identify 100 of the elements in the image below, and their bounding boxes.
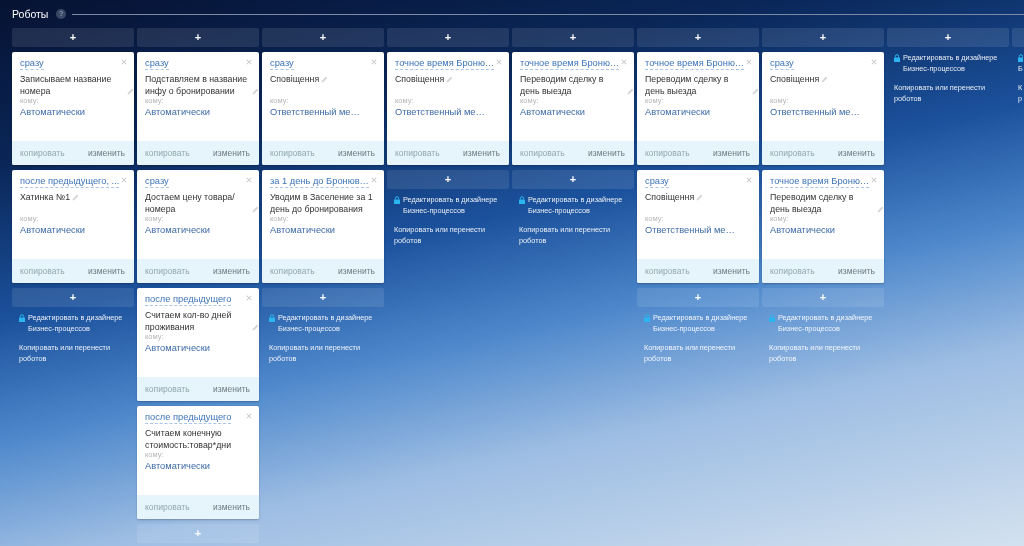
add-robot-button[interactable]: + [387,170,509,189]
lock-icon [769,314,775,322]
close-icon[interactable] [246,295,252,301]
lock-icon [644,314,650,322]
recipient-value: Автоматически [520,106,585,118]
add-robot-button[interactable]: + [637,288,759,307]
trigger-link[interactable]: после предыдущего, ... [20,175,120,188]
lock-icon [269,314,275,322]
change-button[interactable]: изменить [213,383,250,395]
robot-title: Подставляем в название инфу о бронировании [145,73,249,97]
close-icon[interactable] [371,177,377,183]
pencil-icon[interactable] [252,324,259,331]
recipient-value: Автоматически [20,224,85,236]
pencil-icon[interactable] [72,194,80,201]
pencil-icon[interactable] [877,206,884,213]
trigger-link[interactable]: за 1 день до Бронюв… [270,175,369,188]
robot-title: Сповіщення [395,73,445,85]
trigger-link[interactable]: точное время Броню… [645,57,745,70]
pencil-icon[interactable] [627,88,634,95]
lock-icon [519,196,525,204]
recipient-value: Автоматически [270,224,335,236]
robot-title: Считаем конечную стоимость:товар*дни [145,427,233,451]
recipient-value: Автоматически [145,460,210,472]
change-button[interactable]: изменить [213,501,250,513]
trigger-link[interactable]: сразу [645,175,669,188]
trigger-link[interactable]: точное время Броню… [395,57,495,70]
add-robot-button[interactable]: + [512,170,634,189]
recipient-value: Автоматически [645,106,710,118]
lock-icon [19,314,25,322]
close-icon[interactable] [246,59,252,65]
recipient-value: Ответственный ме… [645,224,735,236]
add-robot-button[interactable]: + [12,288,134,307]
robot-title: Переводим сделку в день выезда [520,73,605,97]
trigger-link[interactable]: после предыдущего [145,293,232,306]
close-icon[interactable] [121,177,128,183]
robot-title: Уводим в Заселение за 1 день до бронирования [270,191,374,215]
add-robot-button[interactable]: + [887,28,1009,47]
change-button[interactable]: изменить [713,265,750,277]
robot-title: Достаем цену товара/ номера [145,191,236,215]
recipient-value: Автоматически [20,106,85,118]
robot-title: Записываем название номера [20,73,113,97]
section-title: Роботы [12,7,49,21]
trigger-link[interactable]: сразу [145,57,169,70]
robot-title: Сповіщення [770,73,820,85]
change-button[interactable]: изменить [588,147,625,159]
trigger-link[interactable]: после предыдущего [145,411,232,424]
add-robot-button[interactable]: + [262,288,384,307]
pencil-icon[interactable] [252,88,259,95]
change-button[interactable]: изменить [338,265,375,277]
trigger-link[interactable]: сразу [145,175,169,188]
close-icon[interactable] [496,59,503,65]
close-icon[interactable] [246,413,252,419]
close-icon[interactable] [371,59,377,65]
close-icon[interactable] [871,59,877,65]
close-icon[interactable] [746,59,753,65]
close-icon[interactable] [871,177,878,183]
change-button[interactable]: изменить [213,147,250,159]
add-robot-button[interactable]: + [762,288,884,307]
recipient-value: Автоматически [770,224,835,236]
add-robot-button[interactable]: + [137,28,259,47]
change-button[interactable]: изменить [713,147,750,159]
add-robot-button[interactable] [1012,28,1024,47]
recipient-value: Ответственный ме… [770,106,860,118]
trigger-link[interactable]: сразу [20,57,44,70]
add-robot-button[interactable]: + [512,28,634,47]
close-icon[interactable] [121,59,127,65]
robot-title: Переводим сделку в день выезда [770,191,855,215]
change-button[interactable]: изменить [88,265,125,277]
change-button[interactable]: изменить [338,147,375,159]
close-icon[interactable] [746,177,752,183]
pencil-icon[interactable] [821,76,829,83]
change-button[interactable]: изменить [838,147,875,159]
add-robot-button[interactable]: + [637,28,759,47]
lock-icon [394,196,400,204]
recipient-value: Автоматически [145,224,210,236]
trigger-link[interactable]: точное время Броню… [770,175,870,188]
robot-title: Хатинка №1 [20,191,71,203]
trigger-link[interactable]: сразу [270,57,294,70]
trigger-link[interactable]: точное время Броню… [520,57,620,70]
close-icon[interactable] [621,59,628,65]
robot-title: Сповіщення [645,191,695,203]
trigger-link[interactable]: сразу [770,57,794,70]
pencil-icon[interactable] [321,76,329,83]
pencil-icon[interactable] [127,88,134,95]
pencil-icon[interactable] [252,206,259,213]
change-button[interactable]: изменить [838,265,875,277]
close-icon[interactable] [246,177,252,183]
add-robot-button[interactable]: + [387,28,509,47]
add-robot-button[interactable]: + [762,28,884,47]
pencil-icon[interactable] [696,194,704,201]
pencil-icon[interactable] [752,88,759,95]
change-button[interactable]: изменить [213,265,250,277]
add-robot-button[interactable]: + [12,28,134,47]
robot-title: Переводим сделку в день выезда [645,73,730,97]
pencil-icon[interactable] [446,76,454,83]
change-button[interactable]: изменить [463,147,500,159]
lock-icon [1018,54,1023,62]
change-button[interactable]: изменить [88,147,125,159]
robot-title: Считаем кол-во дней проживания [145,309,233,333]
add-robot-button[interactable]: + [262,28,384,47]
